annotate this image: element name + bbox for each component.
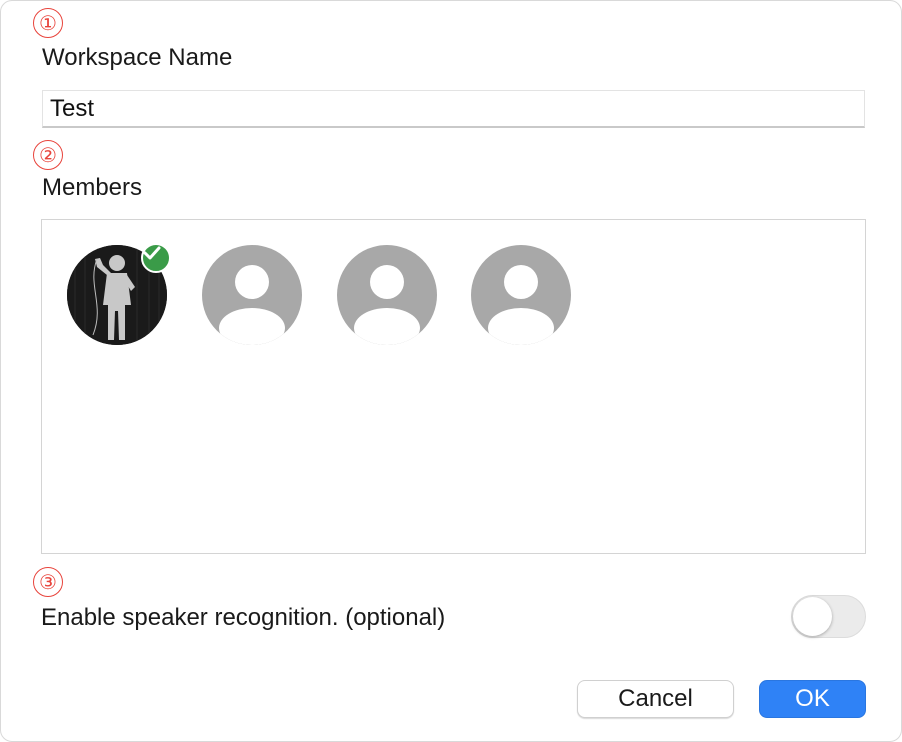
member-avatar-placeholder[interactable] bbox=[202, 245, 302, 345]
ok-button[interactable]: OK bbox=[759, 680, 866, 718]
checkmark-icon bbox=[143, 246, 161, 260]
member-avatar-placeholder[interactable] bbox=[471, 245, 571, 345]
toggle-knob bbox=[793, 597, 832, 636]
selected-check-badge bbox=[141, 243, 171, 273]
step-marker-2: ② bbox=[33, 140, 63, 170]
person-icon bbox=[337, 245, 437, 345]
person-icon bbox=[202, 245, 302, 345]
workspace-name-label: Workspace Name bbox=[42, 44, 233, 71]
members-list bbox=[41, 219, 866, 554]
workspace-dialog: ① Workspace Name ② Members bbox=[0, 0, 902, 742]
member-avatar-placeholder[interactable] bbox=[337, 245, 437, 345]
cancel-button[interactable]: Cancel bbox=[577, 680, 734, 718]
member-avatar-photo[interactable] bbox=[67, 243, 171, 345]
step-marker-1: ① bbox=[33, 8, 63, 38]
workspace-name-input[interactable] bbox=[42, 90, 865, 128]
speaker-recognition-toggle[interactable] bbox=[791, 595, 866, 638]
person-icon bbox=[471, 245, 571, 345]
speaker-recognition-label: Enable speaker recognition. (optional) bbox=[41, 604, 446, 631]
members-label: Members bbox=[42, 174, 143, 201]
step-marker-3: ③ bbox=[33, 567, 63, 597]
